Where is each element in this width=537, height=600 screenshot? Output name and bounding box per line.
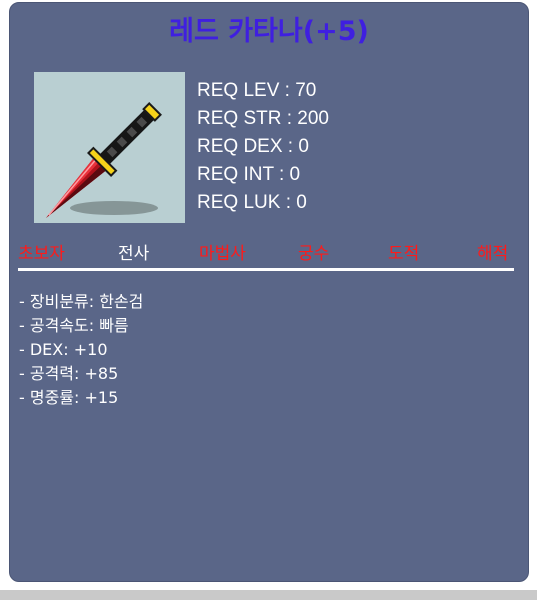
requirements-list: REQ LEV : 70 REQ STR : 200 REQ DEX : 0 R… <box>197 77 329 217</box>
bottom-bar <box>0 590 537 600</box>
job-classes-row: 초보자 전사 마법사 궁수 도적 해적 <box>10 239 528 265</box>
item-stats-list: - 장비분류: 한손검 - 공격속도: 빠름 - DEX: +10 - 공격력:… <box>19 290 143 410</box>
red-katana-icon <box>46 102 162 218</box>
job-thief: 도적 <box>388 244 420 264</box>
job-magician: 마법사 <box>199 244 246 264</box>
job-bowman: 궁수 <box>298 244 330 264</box>
item-icon-frame <box>34 72 185 223</box>
req-luk: REQ LUK : 0 <box>197 192 307 213</box>
req-dex: REQ DEX : 0 <box>197 136 309 157</box>
job-beginner: 초보자 <box>18 244 65 264</box>
stat-category: - 장비분류: 한손검 <box>19 292 144 311</box>
stat-accuracy: - 명중률: +15 <box>19 388 119 407</box>
req-str: REQ STR : 200 <box>197 108 329 129</box>
divider <box>18 268 514 271</box>
stat-attack: - 공격력: +85 <box>19 364 119 383</box>
item-tooltip-panel: 레드 카타나(+5) REQ LEV: 70 REQ STR: 200 RE… <box>9 2 529 582</box>
job-warrior: 전사 <box>118 244 150 264</box>
stat-attack-speed: - 공격속도: 빠름 <box>19 316 129 335</box>
item-title: 레드 카타나(+5) <box>169 16 369 47</box>
req-level: REQ LEV : 70 <box>197 80 317 101</box>
job-pirate: 해적 <box>477 244 509 264</box>
stat-dex: - DEX: +10 <box>19 340 108 359</box>
req-int: REQ INT : 0 <box>197 164 301 185</box>
